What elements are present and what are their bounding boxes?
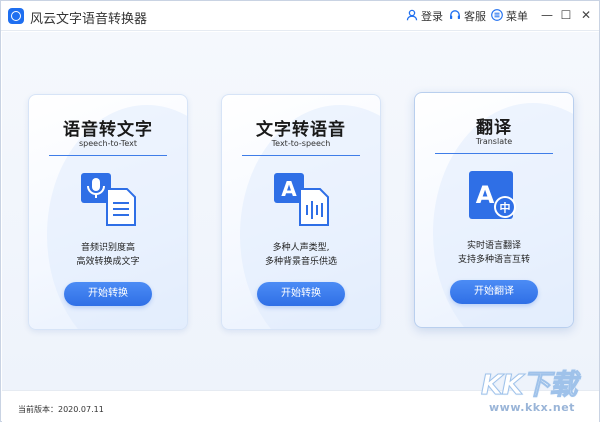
title-bar: 风云文字语音转换器 登录 客服 菜单 — ☐ ✕	[1, 1, 599, 31]
microphone-document-icon	[77, 171, 141, 227]
watermark: KK下载 www.kkx.net	[479, 363, 589, 418]
card-desc-line1: 实时语言翻译	[466, 241, 521, 251]
svg-text:A: A	[281, 177, 297, 201]
support-label: 客服	[464, 10, 486, 23]
main-content: 语音转文字 speech-to-Text 音频识别度高 高效转换成文字 开始转换…	[2, 32, 599, 390]
card-desc-line2: 高效转换成文字	[76, 257, 140, 267]
card-subtitle: speech-to-Text	[79, 139, 137, 148]
start-translate-button[interactable]: 开始翻译	[450, 280, 538, 304]
card-subtitle: Translate	[475, 137, 513, 146]
card-text-to-speech[interactable]: 文字转语音 Text-to-speech A 多种人声类型, 多种背景音乐供选 …	[221, 94, 381, 330]
login-button[interactable]: 登录	[406, 9, 443, 23]
text-to-soundwave-icon: A	[270, 171, 334, 227]
card-subtitle: Text-to-speech	[271, 139, 331, 148]
user-icon	[406, 9, 418, 23]
close-button[interactable]: ✕	[578, 7, 594, 23]
app-title: 风云文字语音转换器	[30, 12, 148, 27]
card-desc-line1: 音频识别度高	[80, 243, 135, 253]
app-window: 风云文字语音转换器 登录 客服 菜单 — ☐ ✕ 语音转文字 speech-to…	[0, 0, 600, 422]
maximize-button[interactable]: ☐	[558, 7, 574, 23]
card-title: 翻译	[476, 118, 512, 138]
version-label: 当前版本：2020.07.11	[18, 405, 104, 414]
headset-icon	[449, 9, 461, 23]
login-label: 登录	[421, 10, 443, 23]
card-desc-line2: 支持多种语言互转	[457, 255, 530, 265]
minimize-button[interactable]: —	[539, 7, 555, 23]
watermark-url: www.kkx.net	[489, 401, 575, 414]
card-description: 实时语言翻译 支持多种语言互转	[415, 239, 573, 267]
app-logo-icon	[8, 8, 24, 24]
menu-icon	[491, 9, 503, 23]
start-convert-button[interactable]: 开始转换	[64, 282, 152, 306]
watermark-logo: KK下载	[480, 368, 577, 402]
card-speech-to-text[interactable]: 语音转文字 speech-to-Text 音频识别度高 高效转换成文字 开始转换	[28, 94, 188, 330]
menu-label: 菜单	[506, 10, 528, 23]
support-button[interactable]: 客服	[449, 9, 486, 23]
start-convert-button[interactable]: 开始转换	[257, 282, 345, 306]
menu-button[interactable]: 菜单	[491, 9, 528, 23]
card-description: 多种人声类型, 多种背景音乐供选	[222, 241, 380, 269]
card-translate[interactable]: 翻译 Translate A 中 实时语言翻译 支持多种语言互转 开始翻译	[414, 92, 574, 328]
svg-text:A: A	[476, 181, 495, 209]
card-desc-line1: 多种人声类型,	[272, 243, 330, 253]
card-desc-line2: 多种背景音乐供选	[264, 257, 337, 267]
card-description: 音频识别度高 高效转换成文字	[29, 241, 187, 269]
svg-text:中: 中	[500, 201, 511, 215]
card-divider	[435, 153, 553, 154]
card-divider	[242, 155, 360, 156]
translate-icon: A 中	[463, 169, 527, 225]
card-title: 文字转语音	[256, 120, 346, 140]
card-title: 语音转文字	[63, 120, 153, 140]
card-divider	[49, 155, 167, 156]
